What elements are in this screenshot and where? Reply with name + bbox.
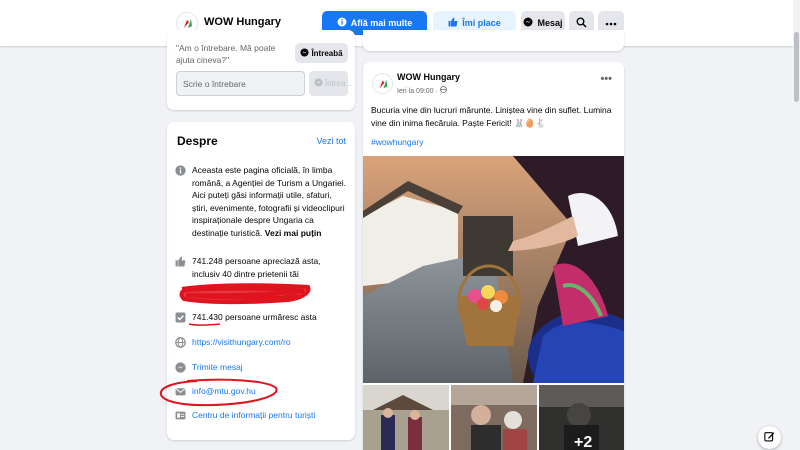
- info-center-row: Centru de informații pentru turiști: [175, 409, 347, 422]
- post-main-photo[interactable]: [363, 156, 624, 383]
- new-message-button[interactable]: [758, 426, 781, 449]
- info-icon: [175, 165, 186, 176]
- thumbs-up-icon: [448, 17, 458, 29]
- red-circle-mark: [159, 378, 278, 407]
- see-less-link[interactable]: Vezi mai puțin: [265, 228, 322, 238]
- ask-prompt: "Am o întrebare. Mă poate ajuta cineva?": [176, 43, 276, 65]
- post-card: WOW Hungary Ieri la 09:00 · ••• Bucuria …: [363, 62, 624, 450]
- post-author-name[interactable]: WOW Hungary: [397, 72, 460, 82]
- question-input[interactable]: Scrie o întrebare: [176, 71, 305, 96]
- like-label: Îmi place: [462, 18, 501, 28]
- post-text: Bucuria vine din lucruri mărunte. Linișt…: [371, 105, 612, 128]
- ask-button[interactable]: Întreabă: [295, 43, 348, 63]
- scrollbar-thumb[interactable]: [794, 32, 799, 102]
- send-message-link[interactable]: Trimite mesaj: [192, 361, 243, 374]
- more-dots-icon: [605, 18, 617, 28]
- message-label: Mesaj: [537, 18, 563, 28]
- send-question-button[interactable]: Întrea...: [309, 71, 352, 96]
- compose-icon: [764, 431, 775, 444]
- about-description-row: Aceasta este pagina oficială, în limba r…: [175, 164, 347, 239]
- hashtag-link[interactable]: #wowhungary: [371, 137, 423, 147]
- thumbs-up-icon: [175, 256, 186, 267]
- page-name[interactable]: WOW Hungary: [204, 16, 281, 28]
- post-thumbnail-2[interactable]: [451, 385, 537, 450]
- messenger-icon: [523, 17, 533, 29]
- website-row: https://visithungary.com/ro: [175, 336, 347, 349]
- ask-button-label: Întreabă: [311, 48, 343, 58]
- learn-more-label: Află mai multe: [350, 18, 413, 28]
- likes-text: 741.248 persoane apreciază asta, inclusi…: [192, 256, 321, 279]
- more-photos-count[interactable]: +2: [574, 434, 592, 450]
- about-description: Aceasta este pagina oficială, în limba r…: [192, 165, 347, 238]
- info-icon: [337, 17, 347, 29]
- red-redaction-scribble: [179, 283, 311, 305]
- follow-check-icon: [175, 312, 186, 323]
- messenger-icon: [175, 362, 186, 373]
- post-timestamp[interactable]: Ieri la 09:00 ·: [397, 86, 447, 95]
- about-title: Despre: [177, 134, 218, 148]
- post-author-avatar[interactable]: [372, 73, 393, 94]
- messenger-icon: [314, 78, 323, 89]
- page-scrollbar[interactable]: [793, 0, 800, 450]
- messenger-icon: [300, 47, 309, 59]
- send-question-label: Întrea...: [325, 79, 353, 88]
- website-link[interactable]: https://visithungary.com/ro: [192, 336, 291, 349]
- search-icon: [576, 17, 587, 30]
- ask-question-card: "Am o întrebare. Mă poate ajuta cineva?"…: [167, 30, 355, 110]
- post-thumbnail-1[interactable]: [363, 385, 449, 450]
- see-all-link[interactable]: Vezi tot: [316, 136, 346, 146]
- followers-count: 741.430: [192, 312, 223, 322]
- likes-row: 741.248 persoane apreciază asta, inclusi…: [175, 255, 347, 280]
- category-icon: [175, 410, 186, 421]
- red-underline-mark: [188, 323, 221, 326]
- globe-icon: [439, 86, 447, 95]
- previous-post-card: [363, 30, 624, 51]
- post-options-button[interactable]: •••: [600, 73, 612, 85]
- send-message-row: Trimite mesaj: [175, 361, 347, 374]
- info-center-link[interactable]: Centru de informații pentru turiști: [192, 409, 315, 422]
- globe-icon: [175, 337, 186, 348]
